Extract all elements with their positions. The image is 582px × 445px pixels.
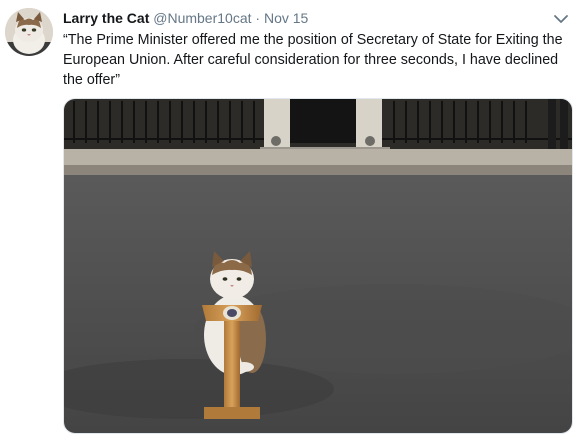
tweet-date[interactable]: Nov 15 [264,10,308,26]
display-name[interactable]: Larry the Cat [63,10,149,26]
tweet-card[interactable]: Larry the Cat @Number10cat · Nov 15 “The… [0,0,582,445]
chevron-down-icon[interactable] [553,12,569,26]
tweet-photo[interactable] [63,98,573,434]
user-handle[interactable]: @Number10cat [153,10,251,26]
cat-at-podium-photo [64,99,572,433]
tweet-header: Larry the Cat @Number10cat · Nov 15 [63,10,308,26]
tweet-text: “The Prime Minister offered me the posit… [63,32,563,88]
cat-avatar-icon [5,8,53,56]
separator-dot: · [255,10,261,26]
profile-avatar[interactable] [5,8,53,56]
